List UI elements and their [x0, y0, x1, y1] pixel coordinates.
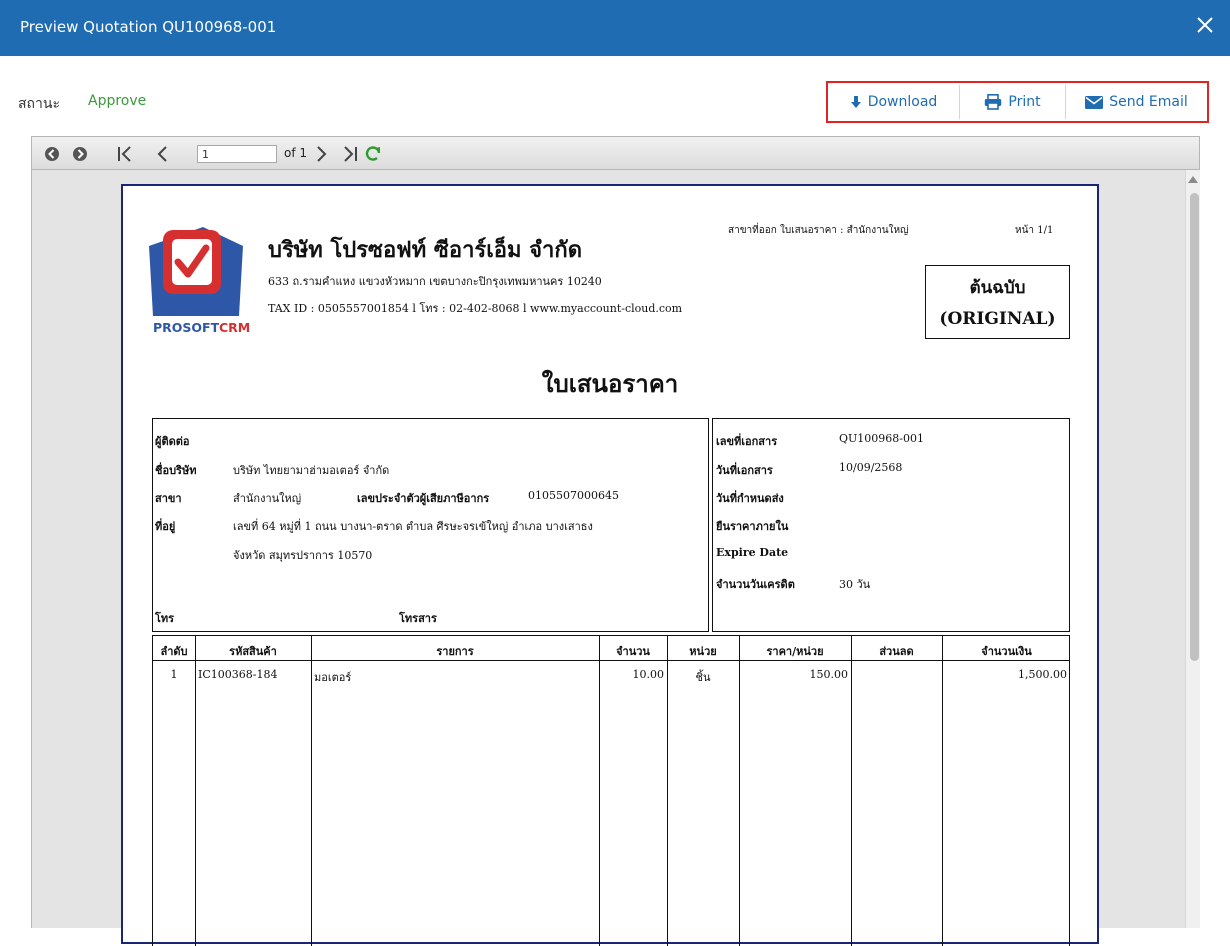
column-divider	[739, 636, 740, 946]
page-number-input[interactable]	[197, 145, 277, 163]
contact-label: ผู้ติดต่อ	[155, 435, 190, 448]
company-value: บริษัท ไทยยามาฮ่ามอเตอร์ จำกัด	[233, 464, 390, 477]
header-unit: หน่วย	[689, 645, 717, 658]
close-icon[interactable]	[1194, 14, 1216, 36]
download-label: Download	[867, 94, 938, 110]
header-unit-price: ราคา/หน่วย	[766, 645, 824, 658]
doc-date-label: วันที่เอกสาร	[716, 464, 773, 477]
previous-page-icon[interactable]	[153, 144, 173, 164]
prosoft-crm-logo: PROSOFT CRM	[149, 227, 250, 335]
dialog-title: Preview Quotation QU100968-001	[20, 18, 277, 36]
logo-text-crm: CRM	[219, 320, 250, 335]
header-product-code: รหัสสินค้า	[229, 645, 277, 658]
column-divider	[311, 636, 312, 946]
logo-text-prosoft: PROSOFT	[153, 320, 220, 335]
address-label: ที่อยู่	[155, 520, 176, 533]
column-divider	[195, 636, 196, 946]
original-label-th: ต้นฉบับ	[969, 278, 1026, 298]
doc-date-value: 10/09/2568	[839, 461, 903, 474]
original-label-en: (ORIGINAL)	[939, 309, 1056, 329]
first-page-icon[interactable]	[115, 144, 135, 164]
column-divider	[599, 636, 600, 946]
company-name: บริษัท โปรซอฟท์ ซีอาร์เอ็ม จำกัด	[268, 237, 582, 263]
download-icon	[850, 95, 861, 108]
last-page-icon[interactable]	[340, 144, 360, 164]
price-valid-label: ยืนราคาภายใน	[716, 520, 789, 533]
delivery-date-label: วันที่กำหนดส่ง	[716, 492, 784, 505]
download-button[interactable]: Download	[828, 85, 960, 119]
tax-id-label: เลขประจำตัวผู้เสียภาษีอากร	[357, 492, 490, 505]
cell-unit: ชิ้น	[695, 671, 711, 684]
tax-id-value: 0105507000645	[528, 489, 619, 502]
original-stamp-box: ต้นฉบับ (ORIGINAL)	[925, 265, 1070, 339]
document-title: ใบเสนอราคา	[541, 370, 679, 398]
dialog-title-bar: Preview Quotation QU100968-001	[0, 0, 1230, 56]
status-value: Approve	[88, 93, 147, 109]
header-discount: ส่วนลด	[879, 645, 914, 658]
action-button-group: Download Print Send Email	[826, 81, 1209, 123]
column-divider	[851, 636, 852, 946]
scrollbar-thumb[interactable]	[1190, 193, 1199, 661]
envelope-icon	[1085, 95, 1104, 109]
company-label: ชื่อบริษัท	[155, 464, 197, 477]
branch-value: สำนักงานใหญ่	[233, 492, 302, 505]
branch-label: สาขา	[155, 492, 182, 505]
doc-no-label: เลขที่เอกสาร	[716, 435, 778, 448]
doc-no-value: QU100968-001	[839, 432, 924, 445]
refresh-icon[interactable]	[363, 144, 383, 164]
cell-product-code: IC100368-184	[198, 668, 278, 681]
header-quantity: จำนวน	[616, 645, 650, 658]
back-icon[interactable]	[42, 144, 62, 164]
scroll-up-arrow-icon[interactable]	[1188, 176, 1198, 183]
header-amount: จำนวนเงิน	[981, 645, 1032, 658]
header-divider	[153, 660, 1069, 661]
printer-icon	[985, 94, 1002, 110]
forward-icon[interactable]	[70, 144, 90, 164]
page-count: of 1	[284, 146, 308, 160]
cell-seq: 1	[170, 668, 178, 681]
next-page-icon[interactable]	[311, 144, 331, 164]
customer-info-box: ผู้ติดต่อ ชื่อบริษัท บริษัท ไทยยามาฮ่ามอ…	[152, 418, 709, 632]
cell-amount: 1,500.00	[1018, 668, 1067, 681]
credit-days-value: 30 วัน	[839, 578, 871, 591]
company-address: 633 ถ.รามคำแหง แขวงหัวหมาก เขตบางกะปิกรุ…	[268, 275, 602, 288]
cell-description: มอเตอร์	[314, 671, 352, 684]
address-line-1: เลขที่ 64 หมู่ที่ 1 ถนน บางนา-ตราด ตำบล …	[233, 520, 593, 533]
address-line-2: จังหวัด สมุทรปราการ 10570	[233, 549, 373, 562]
company-tax-line: TAX ID : 0505557001854 l โทร : 02-402-80…	[268, 302, 683, 315]
quotation-page: PROSOFT CRM บริษัท โปรซอฟท์ ซีอาร์เอ็ม จ…	[121, 184, 1099, 946]
print-button[interactable]: Print	[960, 85, 1066, 119]
credit-days-label: จำนวนวันเครดิต	[716, 578, 795, 591]
report-viewer-toolbar: of 1	[31, 136, 1200, 170]
cell-quantity: 10.00	[632, 668, 665, 681]
phone-label: โทร	[155, 612, 175, 625]
page-number: หน้า 1/1	[1015, 225, 1054, 236]
column-divider	[942, 636, 943, 946]
status-label: สถานะ	[18, 96, 60, 112]
print-label: Print	[1008, 94, 1041, 110]
expire-date-label: Expire Date	[716, 546, 789, 559]
items-table: ลำดับ รหัสสินค้า รายการ จำนวน หน่วย ราคา…	[152, 635, 1070, 946]
issuing-branch: สาขาที่ออก ใบเสนอราคา : สำนักงานใหญ่	[728, 225, 909, 236]
send-email-label: Send Email	[1109, 94, 1188, 110]
send-email-button[interactable]: Send Email	[1066, 85, 1207, 119]
fax-label: โทรสาร	[399, 612, 437, 625]
header-seq: ลำดับ	[160, 645, 188, 658]
header-description: รายการ	[436, 645, 474, 658]
cell-unit-price: 150.00	[809, 668, 849, 681]
document-info-box: เลขที่เอกสาร QU100968-001 วันที่เอกสาร 1…	[712, 418, 1070, 632]
